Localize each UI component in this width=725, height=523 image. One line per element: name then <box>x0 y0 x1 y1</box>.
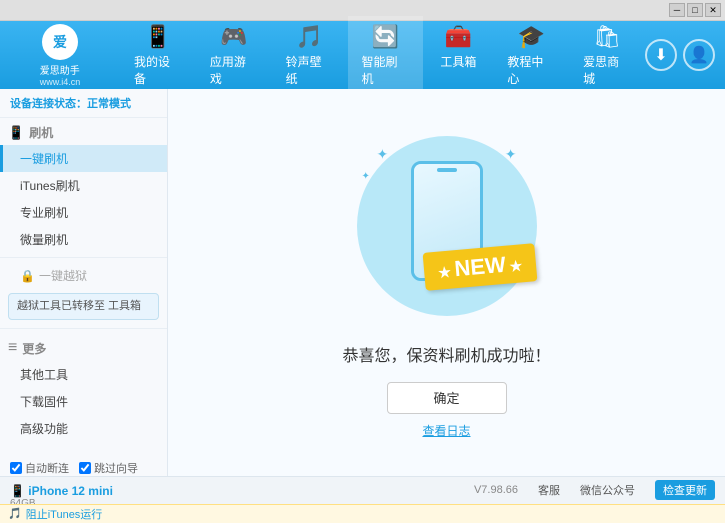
view-log-link[interactable]: 查看日志 <box>422 422 470 439</box>
sidebar-item-download-fw[interactable]: 下载固件 <box>0 388 167 415</box>
auto-disconnect-checkbox[interactable]: 自动断连 <box>10 460 69 476</box>
download-btn[interactable]: ⬇ <box>645 39 677 71</box>
sidebar: 设备连接状态：正常模式 📱 刷机 一键刷机 iTunes刷机 专业刷机 微量刷机… <box>0 89 168 476</box>
phone-icon: 📱 <box>144 24 171 50</box>
sparkle-2: ✦ <box>362 171 370 182</box>
sparkle-3: ✦ <box>505 146 517 163</box>
confirm-button[interactable]: 确定 <box>387 382 507 414</box>
nav-my-device[interactable]: 📱 我的设备 <box>120 16 196 95</box>
auto-disconnect-input[interactable] <box>10 462 22 474</box>
nav-tutorial[interactable]: 🎓 教程中心 <box>493 16 569 95</box>
device-status: 设备连接状态：正常模式 <box>0 89 167 118</box>
sidebar-item-save-flash[interactable]: 微量刷机 <box>0 226 167 253</box>
device-name: 📱 iPhone 12 mini <box>10 484 138 498</box>
shop-icon: 🛍 <box>593 24 621 50</box>
more-section-icon: ≡ <box>8 339 17 357</box>
itunes-running-label[interactable]: 阻止iTunes运行 <box>26 506 103 522</box>
nav-apps[interactable]: 🎮 应用游戏 <box>196 16 272 95</box>
update-button[interactable]: 检查更新 <box>655 480 715 500</box>
games-icon: 🎮 <box>220 24 247 50</box>
bottom-bar: 自动断连 跳过向导 📱 iPhone 12 mini 64GB Down-12m… <box>0 476 725 504</box>
sidebar-section-jailbreak-locked: 🔒 一键越狱 <box>0 262 167 289</box>
tools-icon: 🧰 <box>445 24 472 50</box>
minimize-btn[interactable]: ─ <box>669 3 685 17</box>
logo-area: 爱 爱思助手 www.i4.cn <box>10 24 110 87</box>
flash-section-icon: 📱 <box>8 125 24 141</box>
nav-bar: 📱 我的设备 🎮 应用游戏 🎵 铃声壁纸 🔄 智能刷机 🧰 工具箱 🎓 <box>120 16 645 95</box>
nav-flash[interactable]: 🔄 智能刷机 <box>348 16 424 95</box>
itunes-bar: 🎵 阻止iTunes运行 <box>0 504 725 523</box>
sidebar-item-pro-flash[interactable]: 专业刷机 <box>0 199 167 226</box>
lock-icon: 🔒 <box>20 269 35 283</box>
divider-1 <box>0 257 167 258</box>
nav-tools[interactable]: 🧰 工具箱 <box>423 16 493 95</box>
sidebar-item-itunes-flash[interactable]: iTunes刷机 <box>0 172 167 199</box>
content-area: ✦ ✦ ✦ NEW 恭喜您，保资料刷机成功啦！ 确定 查看日志 <box>168 89 725 476</box>
phone-notch <box>437 168 457 172</box>
illustration: ✦ ✦ ✦ NEW <box>347 126 547 326</box>
close-btn[interactable]: ✕ <box>705 3 721 17</box>
ringtone-icon: 🎵 <box>296 24 323 50</box>
tutorial-icon: 🎓 <box>518 24 545 50</box>
skip-wizard-input[interactable] <box>79 462 91 474</box>
divider-2 <box>0 328 167 329</box>
header-right: ⬇ 👤 <box>645 39 715 71</box>
phone-icon-small: 📱 <box>10 484 28 498</box>
sidebar-item-one-click-flash[interactable]: 一键刷机 <box>0 145 167 172</box>
service-link[interactable]: 客服 <box>538 482 560 498</box>
itunes-icon: 🎵 <box>8 507 22 520</box>
sidebar-section-flash: 📱 刷机 <box>0 118 167 145</box>
nav-ringtone[interactable]: 🎵 铃声壁纸 <box>272 16 348 95</box>
flash-icon: 🔄 <box>372 24 399 50</box>
bottom-right: V7.98.66 客服 微信公众号 检查更新 <box>474 480 715 500</box>
logo-icon: 爱 <box>42 24 78 60</box>
nav-shop[interactable]: 🛍 爱思商城 <box>569 16 645 95</box>
jailbreak-notice: 越狱工具已转移至 工具箱 <box>8 293 159 320</box>
sidebar-item-advanced[interactable]: 高级功能 <box>0 415 167 442</box>
skip-wizard-checkbox[interactable]: 跳过向导 <box>79 460 138 476</box>
wechat-link[interactable]: 微信公众号 <box>580 482 635 498</box>
sparkle-1: ✦ <box>377 146 389 163</box>
version-label: V7.98.66 <box>474 484 518 496</box>
sidebar-section-more: ≡ 更多 <box>0 333 167 361</box>
user-btn[interactable]: 👤 <box>683 39 715 71</box>
logo-text: 爱思助手 www.i4.cn <box>40 62 81 87</box>
main-area: 设备连接状态：正常模式 📱 刷机 一键刷机 iTunes刷机 专业刷机 微量刷机… <box>0 89 725 476</box>
header: 爱 爱思助手 www.i4.cn 📱 我的设备 🎮 应用游戏 🎵 铃声壁纸 🔄 <box>0 21 725 89</box>
maximize-btn[interactable]: □ <box>687 3 703 17</box>
success-message: 恭喜您，保资料刷机成功啦！ <box>342 342 550 366</box>
sidebar-item-other-tools[interactable]: 其他工具 <box>0 361 167 388</box>
